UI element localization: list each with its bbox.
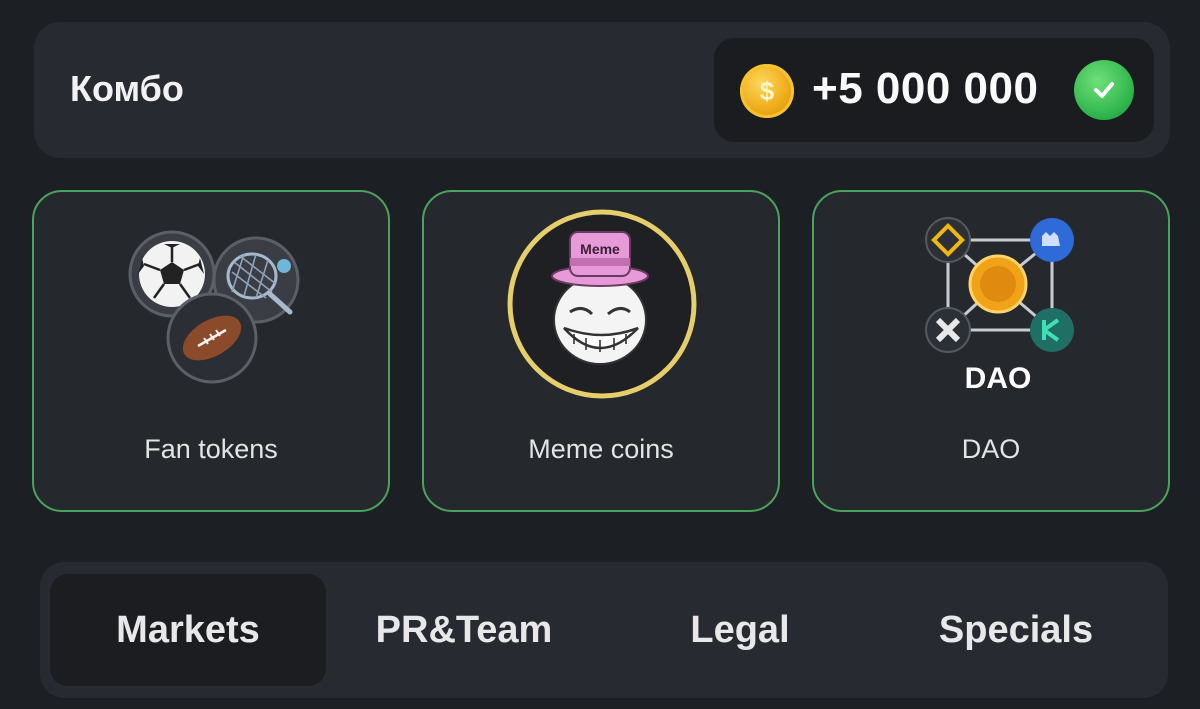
combo-reward-amount: +5 000 000 — [812, 64, 1039, 113]
tab-legal[interactable]: Legal — [602, 574, 878, 686]
tab-specials[interactable]: Specials — [878, 574, 1154, 686]
tab-markets[interactable]: Markets — [50, 574, 326, 686]
green-check-icon — [1074, 60, 1134, 120]
dao-art-text: DAO — [965, 362, 1032, 395]
combo-title: Комбо — [70, 68, 184, 109]
combo-reward-pill: $ +5 000 000 — [714, 38, 1154, 142]
sports-balls-icon — [128, 230, 300, 384]
card-fan-tokens[interactable]: Fan tokens — [32, 190, 390, 512]
card-dao[interactable]: DAO DAO — [812, 190, 1170, 512]
card-label: DAO — [961, 434, 1021, 464]
card-meme-coins[interactable]: Meme Meme coins — [422, 190, 780, 512]
combo-bar: Комбо $ +5 000 000 — [34, 22, 1170, 158]
meme-hat-text: Meme — [580, 241, 620, 257]
dao-network-icon: DAO — [925, 217, 1074, 395]
tab-pr-team[interactable]: PR&Team — [326, 574, 602, 686]
card-label: Meme coins — [528, 434, 674, 464]
card-label: Fan tokens — [144, 434, 278, 464]
gold-coin-icon: $ — [740, 64, 794, 118]
trollface-meme-icon: Meme — [507, 209, 697, 399]
category-tabs: Markets PR&Team Legal Specials — [40, 562, 1168, 698]
